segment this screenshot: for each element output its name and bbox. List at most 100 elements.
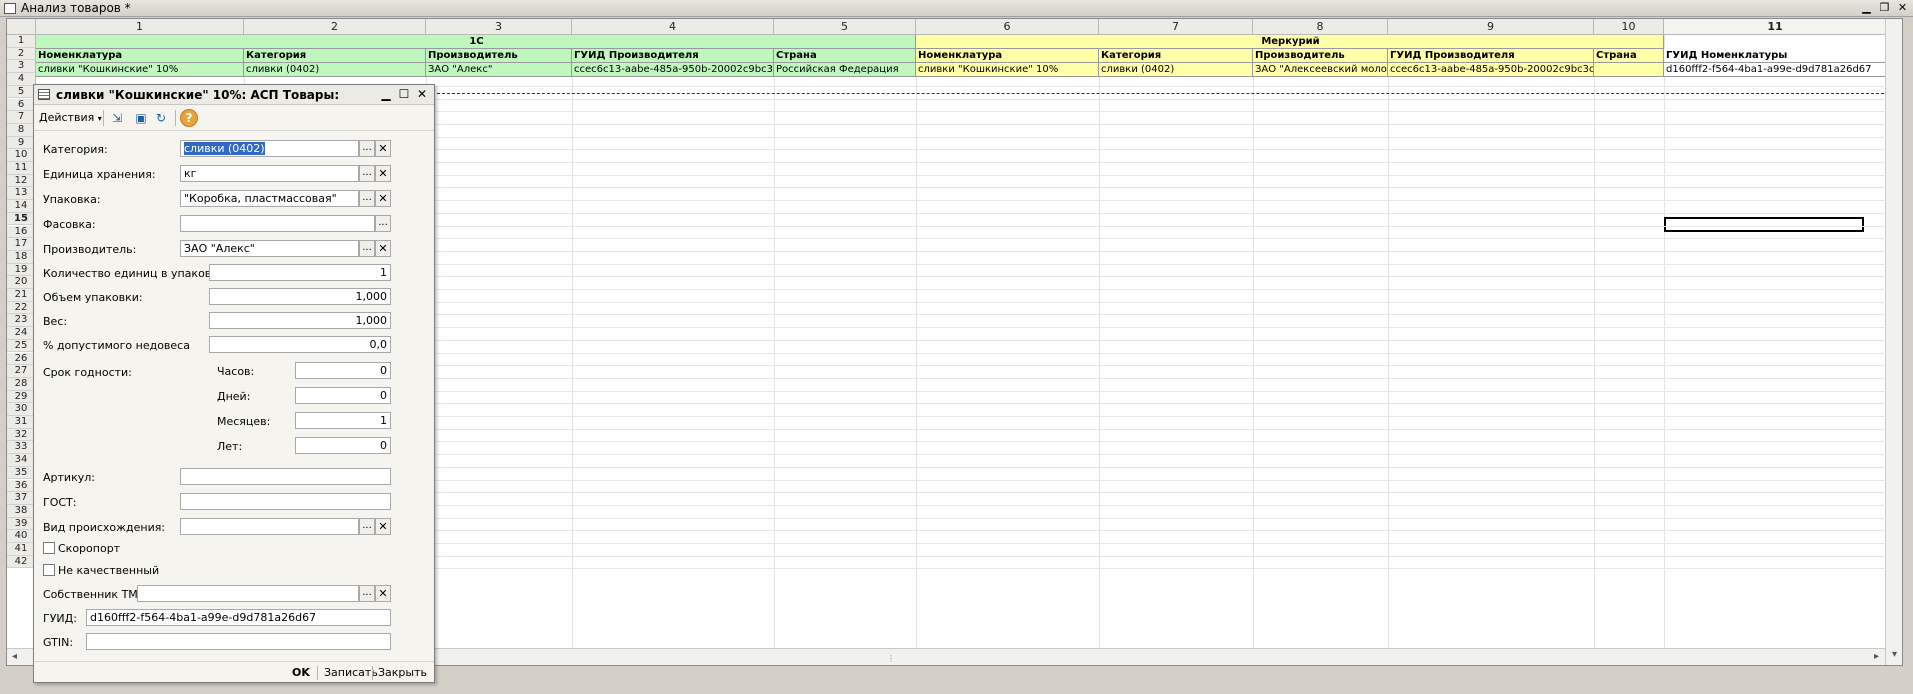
article-field[interactable] <box>180 468 391 485</box>
header-cell[interactable]: Категория <box>1099 49 1253 63</box>
column-header[interactable]: 1 <box>36 19 244 35</box>
header-cell[interactable]: ГУИД Производителя <box>572 49 774 63</box>
not-quality-label[interactable]: Не качественный <box>58 564 159 577</box>
data-cell[interactable]: ЗАО "Алекс" <box>426 63 572 77</box>
clear-icon[interactable]: ✕ <box>375 190 391 207</box>
category-field[interactable]: сливки (0402) <box>180 140 359 157</box>
package-volume-field[interactable]: 1,000 <box>209 288 391 305</box>
clear-icon[interactable]: ✕ <box>375 585 391 602</box>
header-cell[interactable]: Производитель <box>426 49 572 63</box>
header-cell[interactable]: Категория <box>244 49 426 63</box>
row-header[interactable]: 34 <box>7 454 36 467</box>
row-header[interactable]: 13 <box>7 187 36 201</box>
row-header[interactable]: 3 <box>7 60 36 74</box>
column-header[interactable]: 8 <box>1253 19 1388 35</box>
vertical-scrollbar[interactable]: ▾ <box>1885 19 1902 665</box>
clear-icon[interactable]: ✕ <box>375 140 391 157</box>
months-field[interactable]: 1 <box>295 412 391 429</box>
row-header[interactable]: 2 <box>7 47 36 61</box>
minimize-icon[interactable]: ▁ <box>1859 1 1874 15</box>
grid-corner[interactable] <box>7 19 36 35</box>
producer-field[interactable]: ЗАО "Алекс" <box>180 240 359 257</box>
close-icon[interactable]: ✕ <box>414 87 430 102</box>
data-cell[interactable] <box>1594 63 1664 77</box>
column-header[interactable]: 10 <box>1594 19 1664 35</box>
clear-icon[interactable]: ✕ <box>375 165 391 182</box>
row-header[interactable]: 42 <box>7 555 36 569</box>
row-header[interactable]: 27 <box>7 365 36 378</box>
scroll-left-icon[interactable]: ◂ <box>7 649 22 665</box>
minimize-icon[interactable]: ▁ <box>378 87 394 102</box>
column-header[interactable]: 6 <box>916 19 1099 35</box>
data-cell[interactable]: сливки (0402) <box>1099 63 1253 77</box>
header-cell[interactable]: Производитель <box>1253 49 1388 63</box>
column-header[interactable]: 4 <box>572 19 774 35</box>
data-cell[interactable]: сливки "Кошкинские" 10% <box>36 63 244 77</box>
row-header[interactable]: 19 <box>7 263 36 277</box>
row-header[interactable]: 18 <box>7 250 36 264</box>
restore-icon[interactable]: ❐ <box>1877 1 1892 15</box>
not-quality-checkbox[interactable] <box>43 564 55 576</box>
row-header[interactable]: 7 <box>7 111 36 124</box>
scroll-right-icon[interactable]: ▸ <box>1869 649 1884 665</box>
scroll-thumb-icon[interactable]: ⋮ <box>887 654 895 663</box>
row-header[interactable]: 35 <box>7 466 36 480</box>
guid-field[interactable]: d160fff2-f564-4ba1-a99e-d9d781a26d67 <box>86 609 391 626</box>
save-button[interactable]: Записать <box>324 665 378 681</box>
help-icon[interactable]: ? <box>180 109 198 127</box>
choose-button[interactable]: ... <box>359 190 375 207</box>
row-header[interactable]: 31 <box>7 416 36 429</box>
ok-button[interactable]: OK <box>292 665 310 681</box>
refresh-icon[interactable]: ↻ <box>152 109 170 127</box>
clear-icon[interactable]: ✕ <box>375 518 391 535</box>
package-field[interactable]: "Коробка, пластмассовая" <box>180 190 359 207</box>
gost-field[interactable] <box>180 493 391 510</box>
choose-button[interactable]: ... <box>359 518 375 535</box>
row-header[interactable]: 6 <box>7 98 36 112</box>
row-header[interactable]: 36 <box>7 479 36 493</box>
row-header[interactable]: 14 <box>7 200 36 213</box>
group-header-1c[interactable]: 1С <box>36 35 916 49</box>
hours-field[interactable]: 0 <box>295 362 391 379</box>
data-cell[interactable]: ЗАО "Алексеевский моло <box>1253 63 1388 77</box>
row-header[interactable]: 30 <box>7 403 36 416</box>
row-header[interactable]: 15 <box>7 212 36 226</box>
row-header[interactable]: 20 <box>7 276 36 289</box>
row-header[interactable]: 21 <box>7 289 36 302</box>
choose-button[interactable]: ... <box>359 240 375 257</box>
choose-button[interactable]: ... <box>359 140 375 157</box>
days-field[interactable]: 0 <box>295 387 391 404</box>
row-header[interactable]: 29 <box>7 390 36 404</box>
gtin-field[interactable] <box>86 633 391 650</box>
row-header[interactable]: 16 <box>7 225 36 239</box>
actions-menu-button[interactable]: Действия ▾ <box>39 109 102 127</box>
save-icon[interactable]: ▣ <box>132 109 150 127</box>
origin-field[interactable] <box>180 518 359 535</box>
row-header[interactable]: 5 <box>7 85 36 99</box>
column-header[interactable]: 5 <box>774 19 916 35</box>
row-header[interactable]: 26 <box>7 352 36 366</box>
row-header[interactable]: 10 <box>7 149 36 162</box>
perishable-label[interactable]: Скоропорт <box>58 542 120 555</box>
row-header[interactable]: 12 <box>7 174 36 188</box>
shortage-field[interactable]: 0,0 <box>209 336 391 353</box>
row-header[interactable]: 17 <box>7 238 36 251</box>
row-header[interactable]: 28 <box>7 377 36 391</box>
unit-field[interactable]: кг <box>180 165 359 182</box>
row-header[interactable]: 38 <box>7 504 36 518</box>
row-header[interactable]: 4 <box>7 73 36 86</box>
row-header[interactable]: 8 <box>7 123 36 137</box>
dialog-titlebar[interactable]: сливки "Кошкинские" 10%: АСП Товары: ▁ ☐… <box>34 85 434 105</box>
row-header[interactable]: 24 <box>7 327 36 340</box>
column-header[interactable]: 2 <box>244 19 426 35</box>
data-cell[interactable]: cceс6c13-aabe-485a-950b-20002c9bc3d <box>572 63 774 77</box>
choose-button[interactable]: ... <box>359 165 375 182</box>
column-header[interactable]: 9 <box>1388 19 1594 35</box>
header-cell[interactable]: Страна <box>1594 49 1664 63</box>
active-cell[interactable] <box>1664 217 1864 232</box>
header-cell[interactable]: Страна <box>774 49 916 63</box>
data-cell[interactable]: cceс6c13-aabe-485a-950b-20002c9bc3c <box>1388 63 1594 77</box>
data-cell[interactable]: d160fff2-f564-4ba1-a99e-d9d781a26d67 <box>1664 63 1887 77</box>
header-cell[interactable]: ГУИД Номенклатуры <box>1664 49 1887 63</box>
row-header[interactable]: 23 <box>7 314 36 328</box>
